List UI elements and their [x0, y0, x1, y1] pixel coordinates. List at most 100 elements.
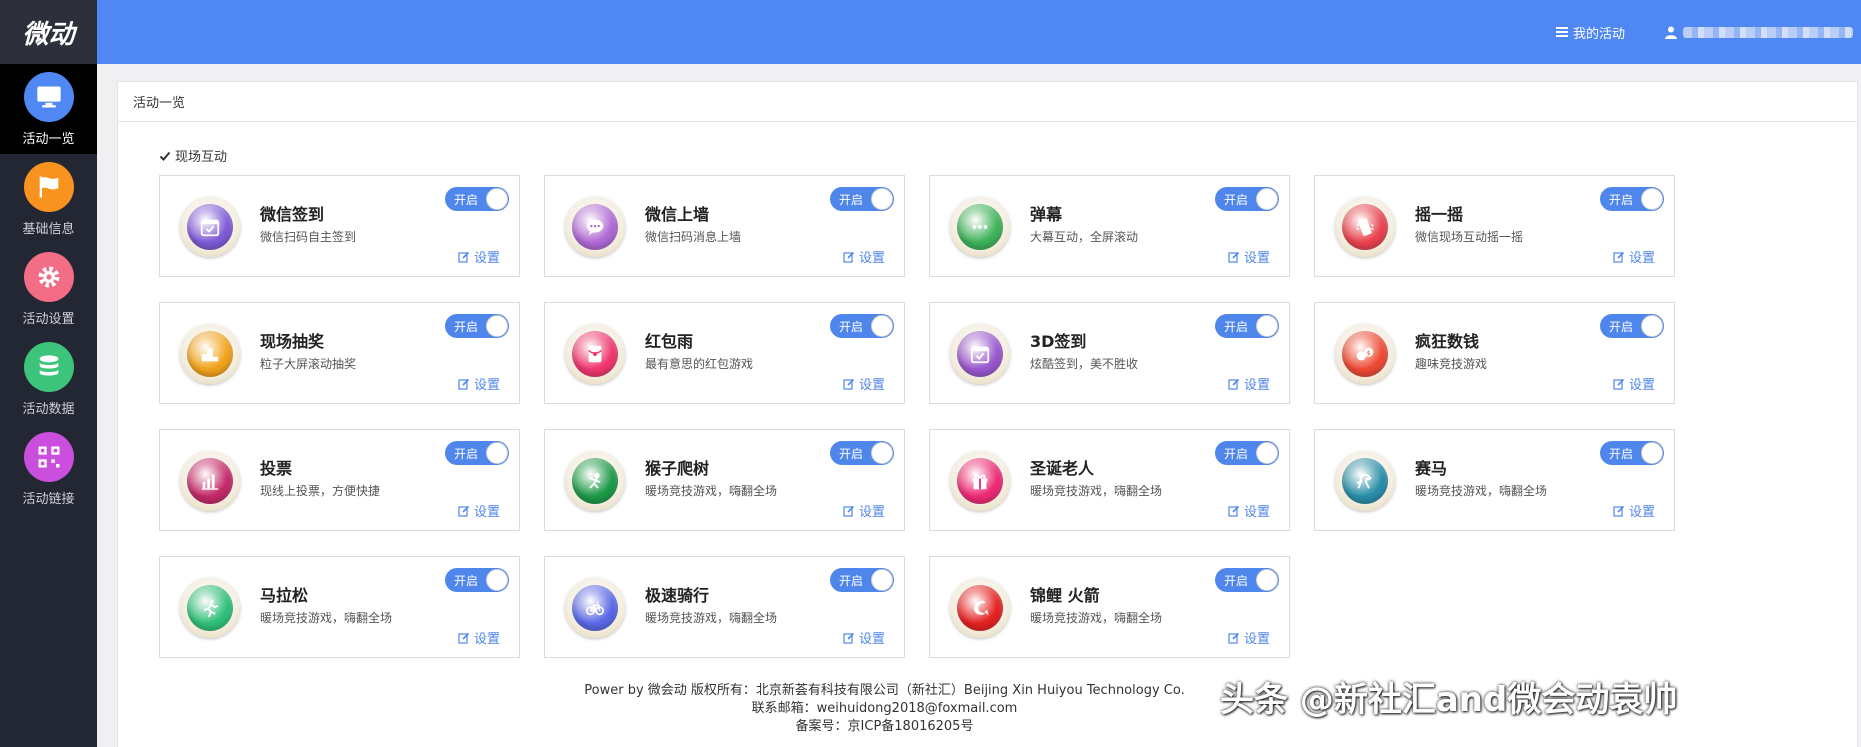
enable-toggle[interactable]: 开启 [445, 441, 509, 465]
activity-card: 现场抽奖 粒子大屏滚动抽奖 开启 设置 [159, 302, 520, 404]
enable-toggle[interactable]: 开启 [1600, 441, 1664, 465]
enable-toggle[interactable]: 开启 [830, 568, 894, 592]
toggle-label: 开启 [839, 192, 864, 207]
activity-description: 现线上投票，方便快捷 [260, 484, 381, 498]
settings-link[interactable]: 设置 [1613, 374, 1655, 393]
check-icon [159, 151, 171, 161]
settings-label: 设置 [1243, 505, 1270, 520]
enable-toggle[interactable]: 开启 [830, 187, 894, 211]
settings-link[interactable]: 设置 [458, 628, 500, 647]
gear-icon [23, 251, 74, 302]
edit-icon [843, 251, 855, 263]
logo: 微动 [0, 0, 97, 64]
activity-card: 3D签到 炫酷签到，美不胜收 开启 设置 [929, 302, 1290, 404]
activity-description: 微信现场互动摇一摇 [1415, 230, 1524, 244]
toggle-knob [1256, 188, 1278, 210]
enable-toggle[interactable]: 开启 [1215, 568, 1279, 592]
settings-link[interactable]: 设置 [458, 374, 500, 393]
activity-card: 摇一摇 微信现场互动摇一摇 开启 设置 [1314, 175, 1675, 277]
activity-title: 摇一摇 [1415, 205, 1464, 224]
toggle-knob [486, 315, 508, 337]
settings-link[interactable]: 设置 [1228, 628, 1270, 647]
sidebar-item-activity-link[interactable]: 活动链接 [0, 424, 97, 514]
sidebar-item-basic-info[interactable]: 基础信息 [0, 154, 97, 244]
activity-title: 微信签到 [260, 205, 325, 224]
settings-link[interactable]: 设置 [1228, 374, 1270, 393]
activity-title: 圣诞老人 [1030, 459, 1095, 478]
enable-toggle[interactable]: 开启 [445, 187, 509, 211]
settings-link[interactable]: 设置 [843, 374, 885, 393]
my-activities-link[interactable]: 我的活动 [1555, 23, 1625, 42]
settings-label: 设置 [473, 505, 500, 520]
toggle-knob [1641, 315, 1663, 337]
toggle-knob [1256, 315, 1278, 337]
monitor-icon [23, 71, 74, 122]
settings-label: 设置 [473, 632, 500, 647]
toggle-label: 开启 [1609, 446, 1634, 461]
settings-link[interactable]: 设置 [1228, 247, 1270, 266]
edit-icon [843, 632, 855, 644]
toggle-knob [1641, 188, 1663, 210]
menu-icon [1555, 27, 1568, 37]
user-menu[interactable] [1665, 26, 1853, 39]
settings-link[interactable]: 设置 [458, 247, 500, 266]
bar-chart-icon [180, 451, 240, 511]
enable-toggle[interactable]: 开启 [1600, 187, 1664, 211]
activity-description: 暖场竞技游戏，嗨翻全场 [645, 484, 778, 498]
settings-link[interactable]: 设置 [843, 501, 885, 520]
edit-icon [1228, 251, 1240, 263]
edit-icon [458, 251, 470, 263]
sidebar-item-label: 基础信息 [22, 221, 75, 237]
toggle-knob [486, 442, 508, 464]
activity-title: 赛马 [1415, 459, 1448, 478]
enable-toggle[interactable]: 开启 [1215, 441, 1279, 465]
activity-title: 疯狂数钱 [1415, 332, 1480, 351]
activity-card: $ 疯狂数钱 趣味竞技游戏 开启 设置 [1314, 302, 1675, 404]
runner-icon [180, 578, 240, 638]
user-icon [1665, 26, 1677, 39]
qrcode-icon [23, 431, 74, 482]
toggle-knob [1641, 442, 1663, 464]
gift-icon [950, 451, 1010, 511]
bicycle-icon [565, 578, 625, 638]
enable-toggle[interactable]: 开启 [445, 568, 509, 592]
sidebar-item-activity-overview[interactable]: 活动一览 [0, 64, 97, 154]
activity-description: 趣味竞技游戏 [1415, 357, 1488, 371]
toggle-knob [871, 315, 893, 337]
sidebar-item-activity-data[interactable]: 活动数据 [0, 334, 97, 424]
toggle-label: 开启 [1224, 573, 1249, 588]
activity-description: 暖场竞技游戏，嗨翻全场 [260, 611, 393, 625]
red-envelope-icon [565, 324, 625, 384]
settings-link[interactable]: 设置 [843, 628, 885, 647]
toggle-label: 开启 [1224, 319, 1249, 334]
enable-toggle[interactable]: 开启 [1600, 314, 1664, 338]
activity-card: 投票 现线上投票，方便快捷 开启 设置 [159, 429, 520, 531]
enable-toggle[interactable]: 开启 [1215, 187, 1279, 211]
edit-icon [1228, 505, 1240, 517]
enable-toggle[interactable]: 开启 [445, 314, 509, 338]
edit-icon [1613, 378, 1625, 390]
activity-description: 微信扫码消息上墙 [645, 230, 742, 244]
settings-link[interactable]: 设置 [1613, 501, 1655, 520]
toggle-label: 开启 [454, 319, 479, 334]
sidebar-item-activity-settings[interactable]: 活动设置 [0, 244, 97, 334]
settings-label: 设置 [1628, 505, 1655, 520]
settings-label: 设置 [858, 251, 885, 266]
settings-link[interactable]: 设置 [1613, 247, 1655, 266]
dots-icon [950, 197, 1010, 257]
enable-toggle[interactable]: 开启 [830, 441, 894, 465]
settings-link[interactable]: 设置 [1228, 501, 1270, 520]
settings-link[interactable]: 设置 [843, 247, 885, 266]
activity-title: 极速骑行 [645, 586, 710, 605]
settings-link[interactable]: 设置 [458, 501, 500, 520]
activity-title: 马拉松 [260, 586, 309, 605]
toggle-label: 开启 [454, 192, 479, 207]
activity-description: 暖场竞技游戏，嗨翻全场 [1030, 484, 1163, 498]
toggle-knob [486, 188, 508, 210]
activity-grid: 微信签到 微信扫码自主签到 开启 设置 微信上墙 微信扫码消息上墙 开启 设置 [159, 175, 1675, 658]
enable-toggle[interactable]: 开启 [830, 314, 894, 338]
enable-toggle[interactable]: 开启 [1215, 314, 1279, 338]
toggle-label: 开启 [839, 446, 864, 461]
activity-card: 弹幕 大幕互动，全屏滚动 开启 设置 [929, 175, 1290, 277]
horse-icon [1335, 451, 1395, 511]
